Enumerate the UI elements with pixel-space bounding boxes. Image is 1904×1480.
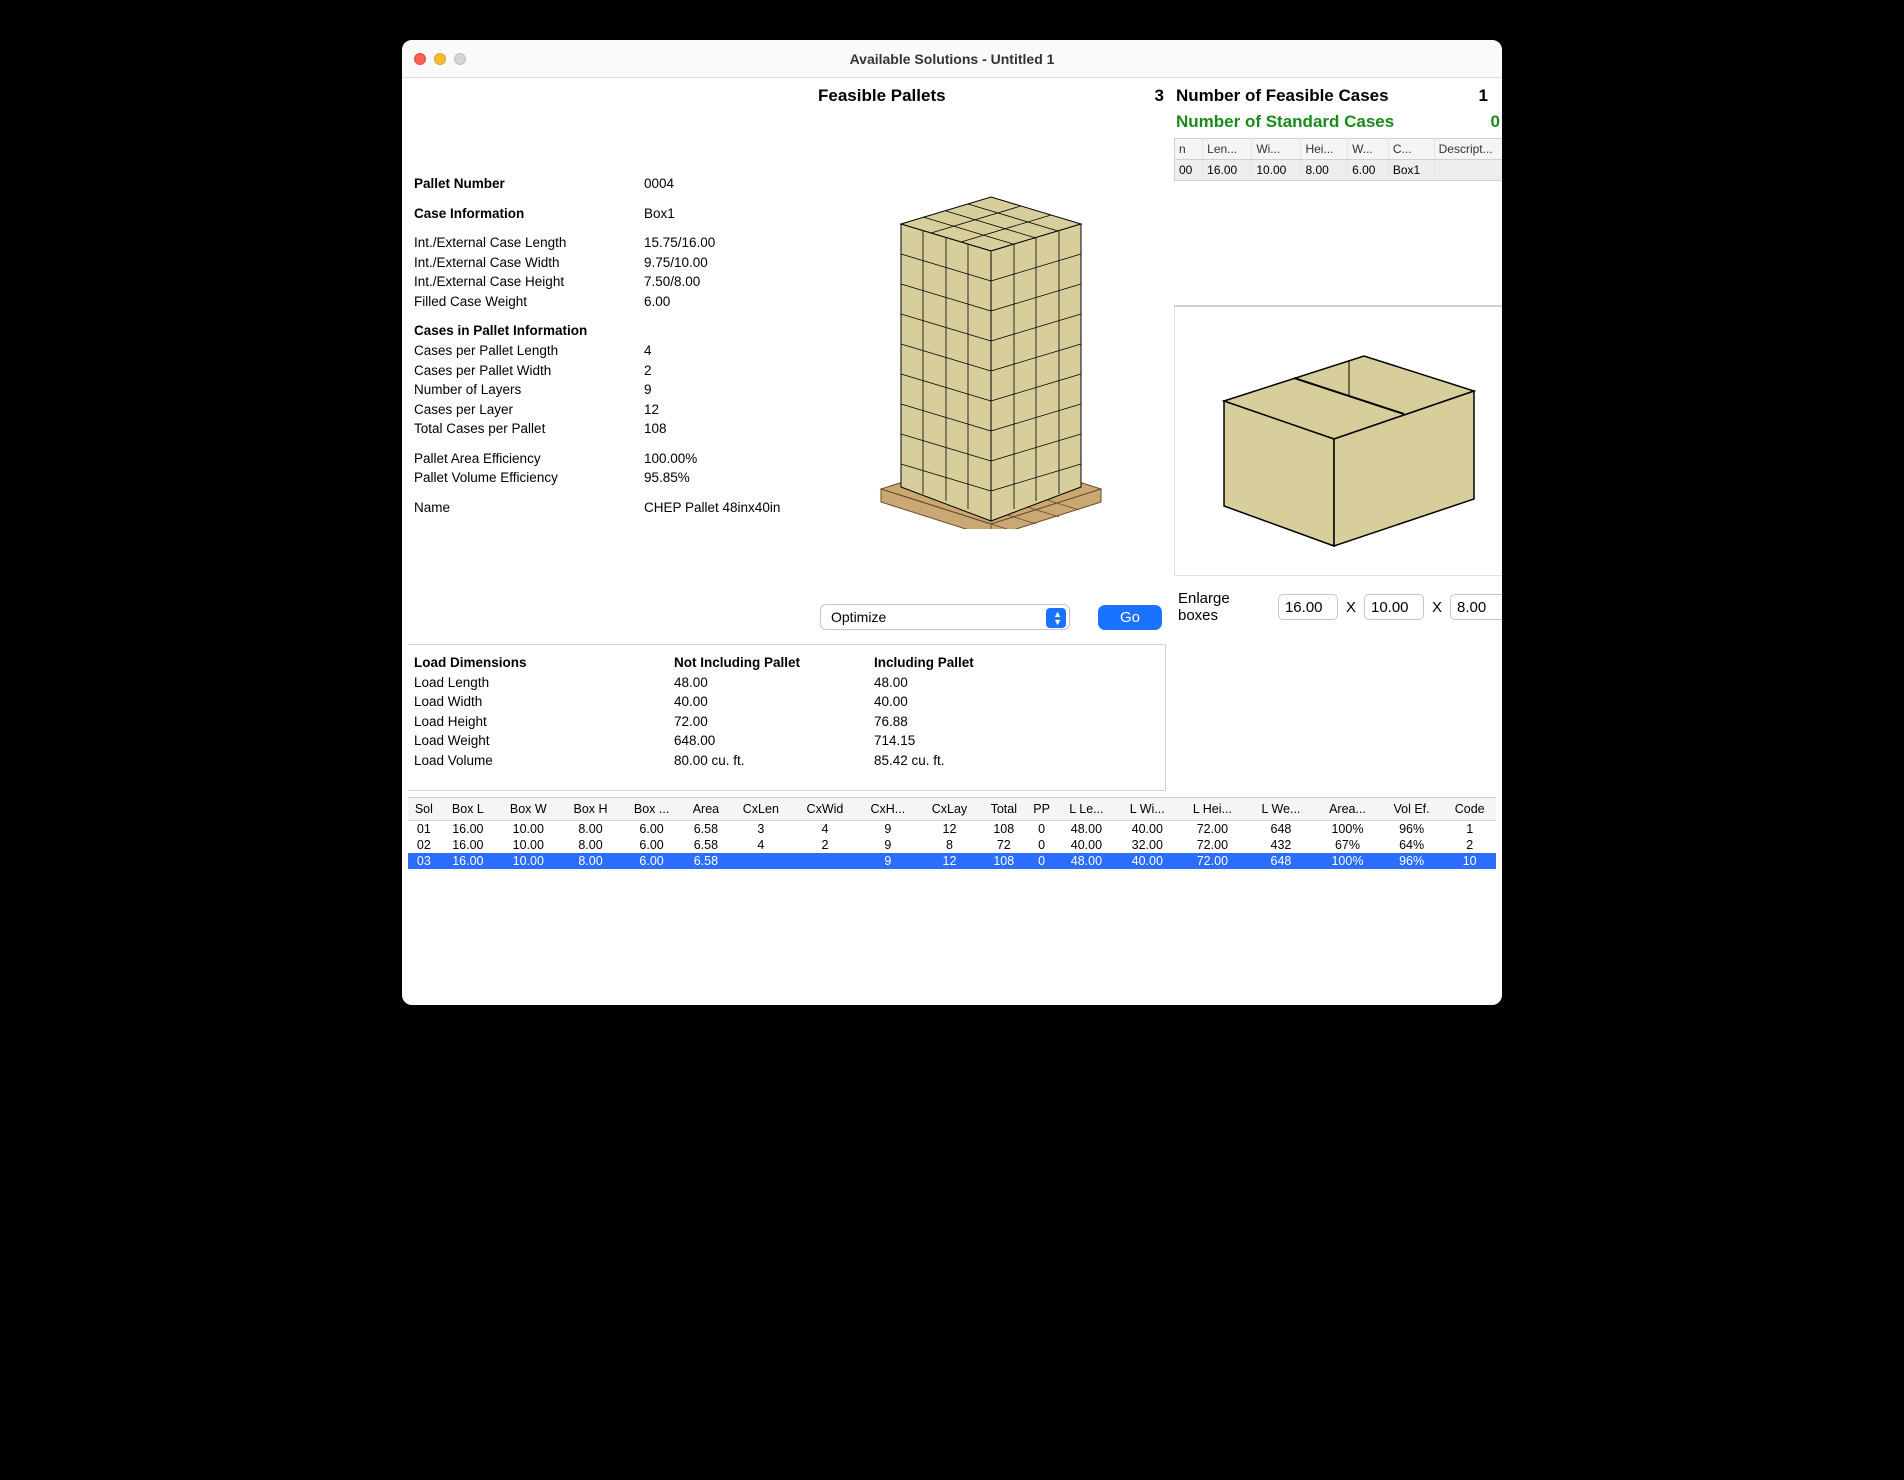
column-header[interactable]: Hei...	[1301, 139, 1348, 160]
box-3d-view	[1174, 306, 1502, 576]
standard-cases-label: Number of Standard Cases	[1176, 112, 1394, 132]
load-dimensions-panel: Load Dimensions Not Including Pallet Inc…	[408, 644, 1166, 791]
go-button[interactable]: Go	[1098, 605, 1162, 630]
column-header[interactable]: W...	[1348, 139, 1389, 160]
cases-panel: Number of Feasible Cases 1 ⌄ Number of S…	[1174, 82, 1502, 630]
column-header[interactable]: Box ...	[620, 798, 682, 821]
column-header[interactable]: L Hei...	[1178, 798, 1247, 821]
column-header[interactable]: CxWid	[793, 798, 858, 821]
column-header[interactable]: Area...	[1315, 798, 1380, 821]
pallet-3d-view	[816, 112, 1166, 586]
pallet-illustration-icon	[861, 169, 1121, 529]
column-header[interactable]: Len...	[1203, 139, 1252, 160]
table-row[interactable]: 0216.0010.008.006.006.58429872040.0032.0…	[408, 837, 1496, 853]
pallet-panel: Feasible Pallets 3	[816, 82, 1166, 630]
enlarge-boxes-row: Enlarge boxes X X	[1178, 590, 1502, 624]
enlarge-length-input[interactable]	[1278, 594, 1338, 620]
info-panel: Pallet Number0004 Case InformationBox1 I…	[408, 82, 808, 630]
chevron-updown-icon: ▲▼	[1053, 610, 1062, 626]
column-header[interactable]: L Wi...	[1117, 798, 1178, 821]
standard-cases-count: 0	[1491, 112, 1500, 132]
enlarge-height-input[interactable]	[1450, 594, 1502, 620]
column-header[interactable]: Code	[1443, 798, 1496, 821]
feasible-pallets-label: Feasible Pallets	[818, 86, 946, 106]
enlarge-label: Enlarge boxes	[1178, 590, 1270, 624]
solutions-table[interactable]: SolBox LBox WBox HBox ...AreaCxLenCxWidC…	[408, 797, 1496, 869]
feasible-cases-label: Number of Feasible Cases	[1176, 86, 1389, 106]
feasible-cases-count: 1	[1478, 86, 1487, 106]
column-header[interactable]: Wi...	[1252, 139, 1301, 160]
column-header[interactable]: PP	[1027, 798, 1056, 821]
table-row[interactable]: 0016.0010.008.006.00Box1	[1175, 160, 1503, 181]
column-header[interactable]: L Le...	[1056, 798, 1116, 821]
case-info-label: Case Information	[414, 204, 644, 224]
column-header[interactable]: n	[1175, 139, 1203, 160]
table-row[interactable]: 0116.0010.008.006.006.5834912108048.0040…	[408, 821, 1496, 838]
pallet-number-label: Pallet Number	[414, 174, 644, 194]
optimize-select[interactable]: Optimize ▲▼	[820, 604, 1070, 630]
column-header[interactable]: L We...	[1247, 798, 1315, 821]
column-header[interactable]: Box H	[561, 798, 621, 821]
case-info-value: Box1	[644, 204, 802, 224]
enlarge-width-input[interactable]	[1364, 594, 1424, 620]
column-header[interactable]: Box L	[440, 798, 496, 821]
column-header[interactable]: CxLay	[918, 798, 980, 821]
column-header[interactable]: Sol	[408, 798, 440, 821]
feasible-pallets-count: 3	[1155, 86, 1164, 106]
app-window: Available Solutions - Untitled 1 Pallet …	[402, 40, 1502, 1005]
cases-table[interactable]: nLen...Wi...Hei...W...C...Descript... 00…	[1174, 138, 1502, 181]
titlebar: Available Solutions - Untitled 1	[402, 40, 1502, 78]
column-header[interactable]: Vol Ef.	[1380, 798, 1444, 821]
column-header[interactable]: Descript...	[1434, 139, 1502, 160]
column-header[interactable]: Total	[981, 798, 1027, 821]
column-header[interactable]: CxLen	[729, 798, 793, 821]
column-header[interactable]: Area	[683, 798, 729, 821]
table-row[interactable]: 0316.0010.008.006.006.58912108048.0040.0…	[408, 853, 1496, 869]
column-header[interactable]: Box W	[496, 798, 561, 821]
column-header[interactable]: CxH...	[857, 798, 918, 821]
pallet-number-value: 0004	[644, 174, 802, 194]
solutions-panel: SolBox LBox WBox HBox ...AreaCxLenCxWidC…	[402, 797, 1502, 1005]
window-title: Available Solutions - Untitled 1	[402, 51, 1502, 67]
column-header[interactable]: C...	[1388, 139, 1434, 160]
box-illustration-icon	[1194, 331, 1494, 551]
